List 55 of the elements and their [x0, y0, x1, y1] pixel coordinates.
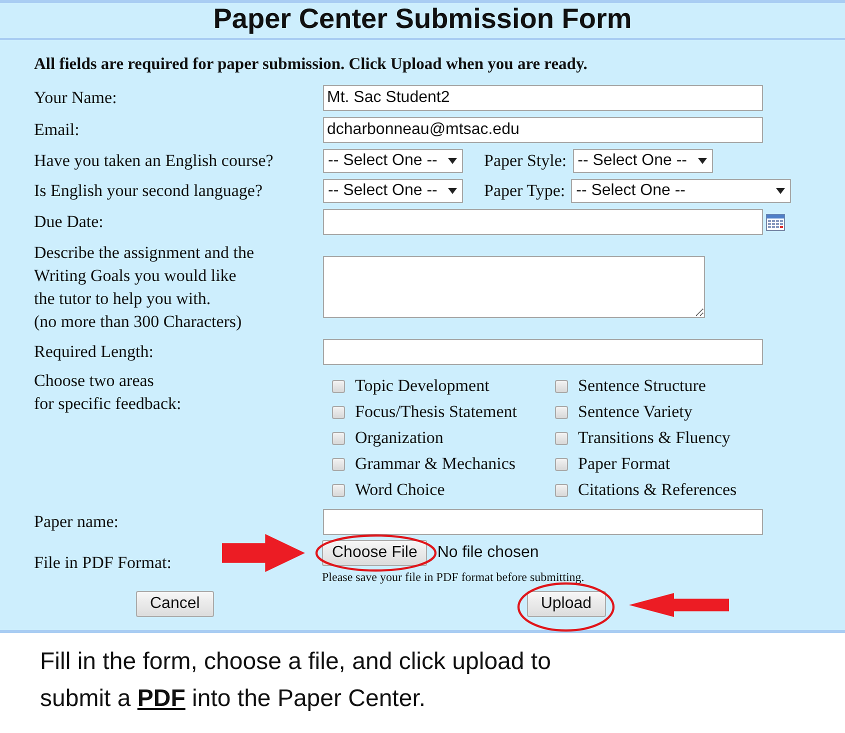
- instruction-note: Fill in the form, choose a file, and click upload to submit a PDF into the Paper Center.: [40, 647, 551, 714]
- dropdown[interactable]: -- Select One --: [323, 179, 463, 203]
- checkbox-label: Paper Format: [578, 454, 670, 474]
- input-field[interactable]: [323, 509, 763, 535]
- file-status: No file chosen: [437, 544, 539, 562]
- field-label: Paper Type:: [484, 181, 566, 201]
- field-label: Paper name:: [34, 512, 118, 532]
- dropdown[interactable]: -- Select One --: [323, 149, 463, 173]
- field-label: Due Date:: [34, 212, 104, 232]
- checkbox-label: Focus/Thesis Statement: [355, 402, 517, 422]
- field-label: Required Length:: [34, 342, 154, 362]
- checkbox-label: Sentence Structure: [578, 376, 706, 396]
- hint-text: Please save your file in PDF format before submitting.: [322, 570, 584, 585]
- field-label: Paper Style:: [484, 151, 567, 171]
- checkbox[interactable]: [555, 432, 568, 444]
- checkbox-label: Citations & References: [578, 480, 737, 500]
- form-title: Paper Center Submission Form: [0, 3, 845, 40]
- dropdown[interactable]: -- Select One --: [571, 179, 792, 203]
- caret-icon: [448, 158, 457, 164]
- caret-icon: [448, 188, 457, 194]
- field-label: Is English your second language?: [34, 181, 262, 201]
- field-label: Describe the assignment and the Writing Goals you would like the tutor to help you with. (no more than 300 Characters): [34, 242, 254, 333]
- checkbox[interactable]: [555, 406, 568, 418]
- instruction-text: All fields are required for paper submission. Click Upload when you are ready.: [34, 54, 588, 74]
- checkbox[interactable]: [332, 458, 345, 470]
- calendar-icon[interactable]: [766, 214, 785, 230]
- text-area[interactable]: [323, 256, 705, 318]
- field-label: Choose two areas for specific feedback:: [34, 370, 182, 415]
- caret-icon: [698, 158, 707, 164]
- dropdown[interactable]: -- Select One --: [572, 149, 713, 173]
- caret-icon: [776, 188, 786, 194]
- checkbox-label: Transitions & Fluency: [578, 428, 730, 448]
- field-label: Have you taken an English course?: [34, 151, 274, 171]
- field-label: File in PDF Format:: [34, 552, 172, 572]
- form-button[interactable]: Cancel: [136, 591, 214, 617]
- checkbox[interactable]: [332, 406, 345, 418]
- input-field[interactable]: [323, 339, 763, 365]
- checkbox[interactable]: [332, 432, 345, 444]
- input-field[interactable]: dcharbonneau@mtsac.edu: [323, 117, 763, 143]
- input-field[interactable]: Mt. Sac Student2: [323, 85, 763, 111]
- choose-file-button[interactable]: Choose File: [322, 540, 428, 566]
- checkbox[interactable]: [332, 484, 345, 496]
- date-field[interactable]: [323, 209, 763, 235]
- checkbox-label: Sentence Variety: [578, 402, 692, 422]
- field-label: Email:: [34, 120, 80, 140]
- checkbox[interactable]: [555, 458, 568, 470]
- checkbox[interactable]: [555, 380, 568, 392]
- checkbox-label: Word Choice: [355, 480, 445, 500]
- form-button[interactable]: Upload: [526, 591, 606, 617]
- checkbox[interactable]: [555, 484, 568, 496]
- checkbox-label: Organization: [355, 428, 444, 448]
- checkbox[interactable]: [332, 380, 345, 392]
- checkbox-label: Grammar & Mechanics: [355, 454, 516, 474]
- field-label: Your Name:: [34, 88, 117, 108]
- checkbox-label: Topic Development: [355, 376, 490, 396]
